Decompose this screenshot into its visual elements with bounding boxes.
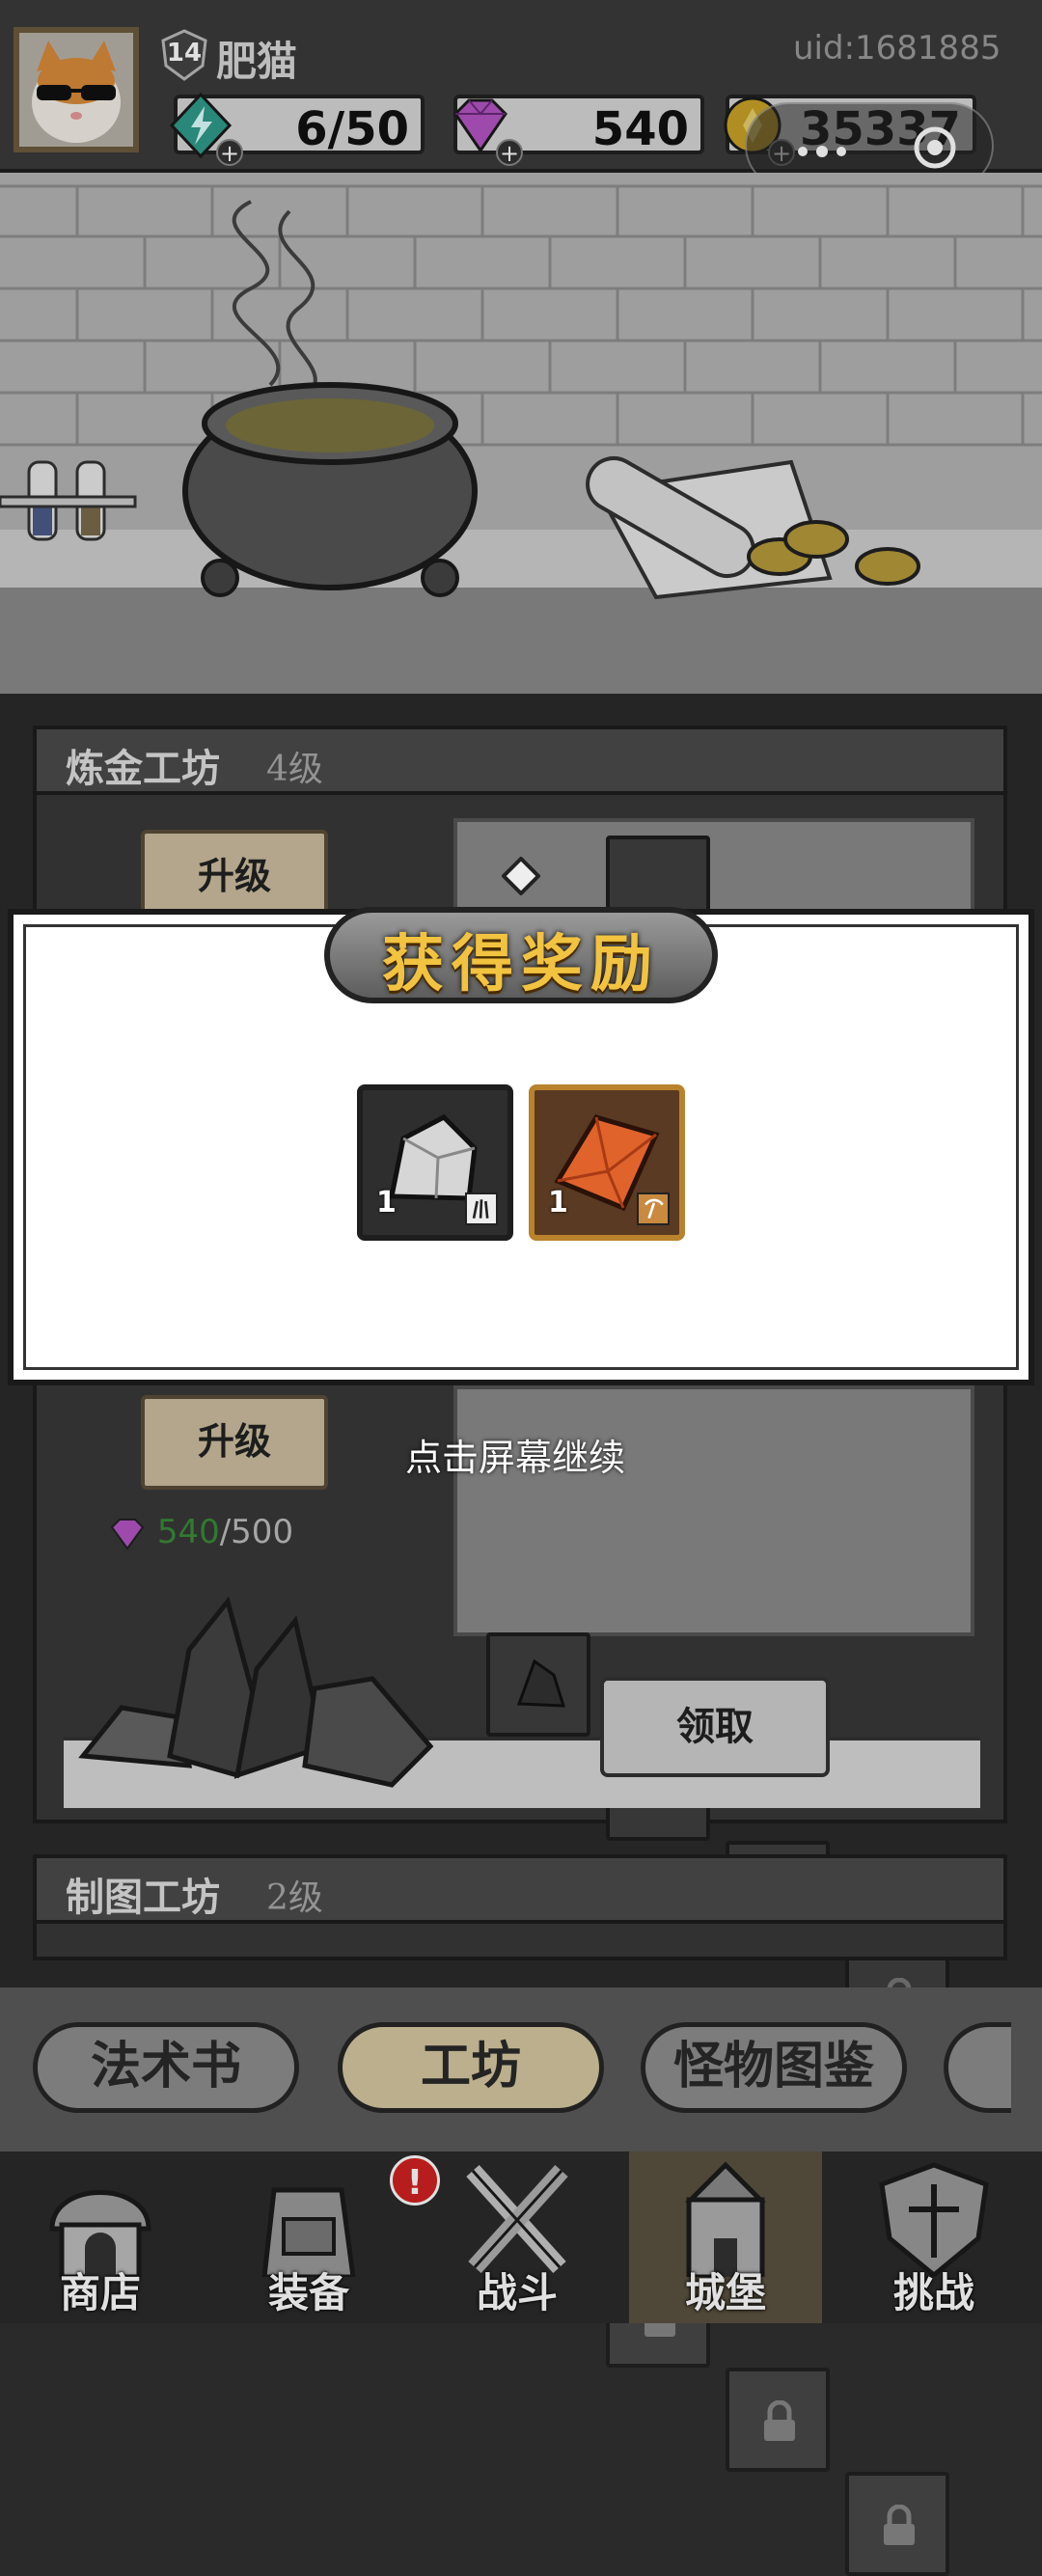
reward-title: 获得奖励 xyxy=(382,928,660,1000)
reward-count: 1 xyxy=(548,1186,568,1219)
reward-count: 1 xyxy=(376,1186,397,1219)
reward-item-silver-ore[interactable]: 1 xyxy=(357,1084,513,1241)
pickaxe-type-icon xyxy=(637,1192,670,1225)
lock-icon xyxy=(884,2505,915,2545)
lock-icon xyxy=(764,2400,795,2441)
ornament-diamond-icon xyxy=(502,857,540,895)
mining-slot-locked[interactable] xyxy=(845,2472,949,2576)
mining-slot-locked[interactable] xyxy=(726,2368,830,2472)
reward-item-fire-crystal[interactable]: 1 xyxy=(529,1084,685,1241)
claw-type-icon xyxy=(465,1192,498,1225)
tap-to-continue-hint: 点击屏幕继续 xyxy=(405,1437,626,1479)
